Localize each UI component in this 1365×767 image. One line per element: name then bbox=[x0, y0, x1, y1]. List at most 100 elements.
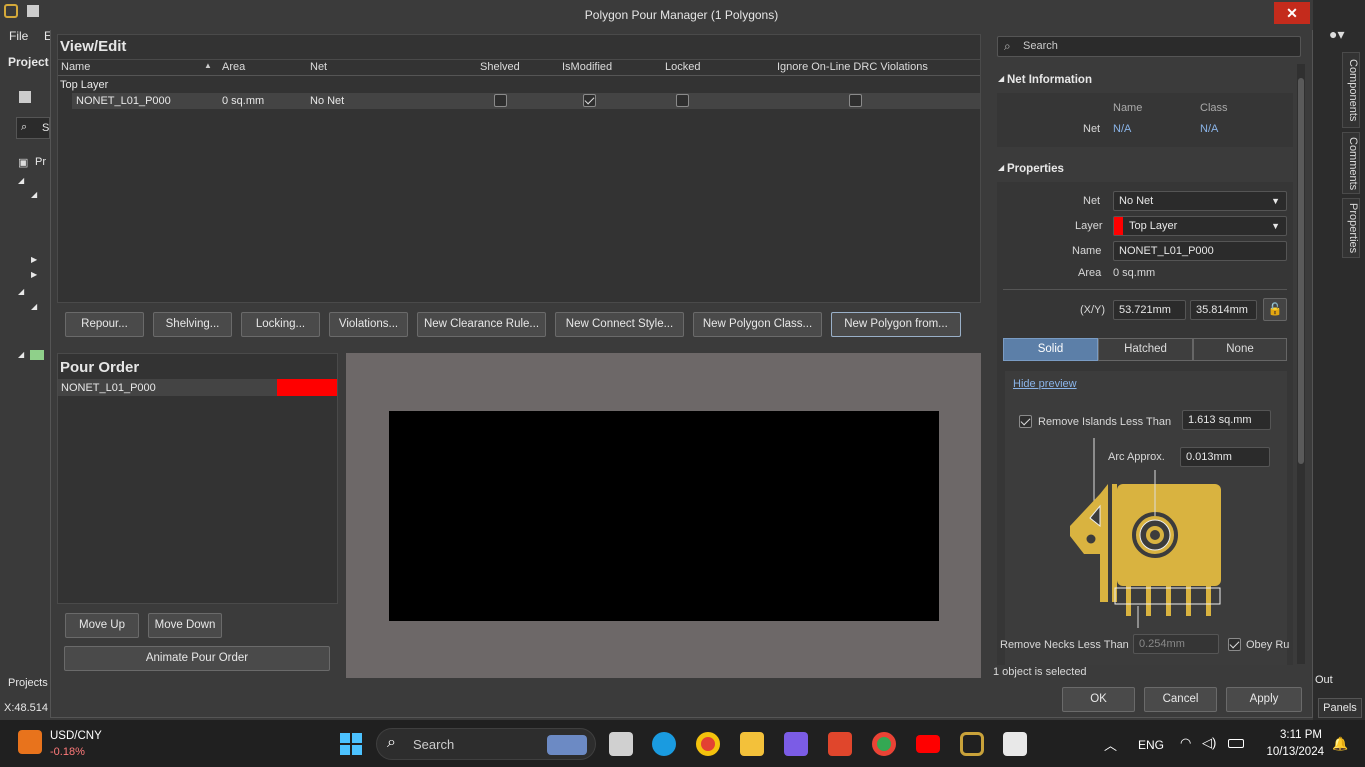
account-icon[interactable]: ●▾ bbox=[1329, 26, 1344, 43]
chrome-icon[interactable] bbox=[696, 732, 720, 756]
fill-mode-hatched[interactable]: Hatched bbox=[1098, 338, 1193, 361]
ismodified-checkbox[interactable] bbox=[583, 94, 596, 107]
left-app-strip: File E Project ⌕ S ▣ Pr ◢ ◢ ▶ ▶ ◢ ◢ ◢ Pr… bbox=[0, 0, 52, 720]
chrome-icon[interactable] bbox=[872, 732, 896, 756]
violations-button[interactable]: Violations... bbox=[329, 312, 408, 337]
stock-widget-icon[interactable] bbox=[18, 730, 42, 754]
collapse-icon[interactable]: ◢ bbox=[998, 163, 1004, 172]
net-dropdown[interactable]: No Net ▼ bbox=[1113, 191, 1287, 211]
new-clearance-rule-button[interactable]: New Clearance Rule... bbox=[417, 312, 546, 337]
shelving-button[interactable]: Shelving... bbox=[153, 312, 232, 337]
lock-icon[interactable]: 🔓 bbox=[1263, 298, 1287, 321]
table-row[interactable] bbox=[72, 93, 980, 109]
move-up-button[interactable]: Move Up bbox=[65, 613, 139, 638]
net-info-class-value[interactable]: N/A bbox=[1200, 123, 1218, 135]
search-input[interactable]: ⌕ Search bbox=[997, 36, 1301, 57]
col-locked[interactable]: Locked bbox=[665, 61, 700, 73]
col-ignore-drc[interactable]: Ignore On-Line DRC Violations bbox=[777, 61, 928, 73]
collapse-icon[interactable]: ▶ bbox=[31, 255, 37, 264]
notification-bell-icon[interactable]: 🔔 bbox=[1332, 736, 1348, 752]
apply-button[interactable]: Apply bbox=[1226, 687, 1302, 712]
fill-mode-solid[interactable]: Solid bbox=[1003, 338, 1098, 361]
scrollbar-thumb[interactable] bbox=[1298, 78, 1304, 464]
battery-icon[interactable] bbox=[1228, 739, 1244, 748]
pour-order-item-label: NONET_L01_P000 bbox=[61, 382, 156, 394]
expand-icon[interactable]: ◢ bbox=[31, 190, 37, 199]
start-icon[interactable] bbox=[340, 733, 362, 755]
chevron-up-icon[interactable]: ︿ bbox=[1104, 735, 1117, 754]
y-input[interactable]: 35.814mm bbox=[1190, 300, 1257, 320]
side-tab-components[interactable]: Components bbox=[1342, 52, 1360, 128]
obey-rules-checkbox[interactable] bbox=[1228, 638, 1241, 651]
properties-scrollbar[interactable] bbox=[1297, 64, 1305, 664]
col-name[interactable]: Name bbox=[61, 61, 90, 73]
clock-date[interactable]: 10/13/2024 bbox=[1258, 746, 1324, 758]
name-input[interactable]: NONET_L01_P000 bbox=[1113, 241, 1287, 261]
neck-shape bbox=[1146, 586, 1151, 616]
project-search-box[interactable]: ⌕ S bbox=[16, 117, 50, 139]
properties-title[interactable]: Properties bbox=[1007, 163, 1064, 175]
move-down-button[interactable]: Move Down bbox=[148, 613, 222, 638]
collapse-icon[interactable]: ▶ bbox=[31, 270, 37, 279]
fill-mode-none[interactable]: None bbox=[1193, 338, 1287, 361]
layer-dropdown[interactable]: Top Layer ▼ bbox=[1113, 216, 1287, 236]
x-input[interactable]: 53.721mm bbox=[1113, 300, 1186, 320]
menu-file[interactable]: File bbox=[9, 29, 28, 43]
youtube-icon[interactable] bbox=[916, 735, 940, 753]
file-explorer-icon[interactable] bbox=[740, 732, 764, 756]
save-project-icon[interactable] bbox=[19, 91, 31, 103]
locked-checkbox[interactable] bbox=[676, 94, 689, 107]
collapse-icon[interactable]: ◢ bbox=[998, 74, 1004, 83]
expand-icon[interactable]: ◢ bbox=[18, 287, 24, 296]
new-polygon-class-button[interactable]: New Polygon Class... bbox=[693, 312, 822, 337]
shelved-checkbox[interactable] bbox=[494, 94, 507, 107]
clock-time[interactable]: 3:11 PM bbox=[1272, 729, 1322, 741]
app-icon[interactable] bbox=[828, 732, 852, 756]
side-tab-properties[interactable]: Properties bbox=[1342, 198, 1360, 258]
cancel-button[interactable]: Cancel bbox=[1144, 687, 1217, 712]
new-polygon-from-button[interactable]: New Polygon from... bbox=[831, 312, 961, 337]
net-info-col-name: Name bbox=[1113, 102, 1143, 114]
ignore-drc-checkbox[interactable] bbox=[849, 94, 862, 107]
task-view-icon[interactable] bbox=[609, 732, 633, 756]
close-button[interactable]: ✕ bbox=[1274, 2, 1310, 24]
neck-shape bbox=[1166, 586, 1171, 616]
app-icon[interactable] bbox=[1003, 732, 1027, 756]
copilot-icon[interactable] bbox=[784, 732, 808, 756]
expand-icon[interactable]: ◢ bbox=[18, 350, 24, 359]
view-edit-title: View/Edit bbox=[60, 38, 127, 55]
col-area[interactable]: Area bbox=[222, 61, 245, 73]
volume-icon[interactable]: ◁) bbox=[1202, 735, 1216, 751]
remove-islands-input[interactable]: 1.613 sq.mm bbox=[1182, 410, 1271, 430]
ok-button[interactable]: OK bbox=[1062, 687, 1135, 712]
repour-button[interactable]: Repour... bbox=[65, 312, 144, 337]
expand-icon[interactable]: ◢ bbox=[31, 302, 37, 311]
stock-ticker[interactable]: USD/CNY bbox=[50, 730, 102, 742]
col-ismodified[interactable]: IsModified bbox=[562, 61, 612, 73]
net-info-name-value[interactable]: N/A bbox=[1113, 123, 1131, 135]
net-information-title[interactable]: Net Information bbox=[1007, 74, 1092, 86]
save-icon[interactable] bbox=[27, 5, 39, 17]
hide-preview-link[interactable]: Hide preview bbox=[1013, 378, 1077, 390]
locking-button[interactable]: Locking... bbox=[241, 312, 320, 337]
remove-islands-checkbox[interactable] bbox=[1019, 415, 1032, 428]
expand-icon[interactable]: ◢ bbox=[18, 176, 24, 185]
language-indicator[interactable]: ENG bbox=[1138, 738, 1164, 752]
search-highlight-icon bbox=[547, 735, 587, 755]
remove-islands-label: Remove Islands Less Than bbox=[1038, 416, 1172, 428]
panels-button[interactable]: Panels bbox=[1318, 698, 1362, 718]
taskbar-search[interactable]: ⌕ Search bbox=[376, 728, 596, 760]
projects-tab[interactable]: Projects bbox=[8, 677, 48, 689]
stock-change: -0.18% bbox=[50, 746, 85, 758]
remove-necks-input[interactable]: 0.254mm bbox=[1133, 634, 1219, 654]
wifi-icon[interactable]: ◠ bbox=[1180, 735, 1191, 751]
col-shelved[interactable]: Shelved bbox=[480, 61, 520, 73]
pour-order-title: Pour Order bbox=[60, 359, 140, 376]
altium-icon[interactable] bbox=[960, 732, 984, 756]
taskbar-search-label: Search bbox=[413, 737, 455, 752]
side-tab-comments[interactable]: Comments bbox=[1342, 132, 1360, 194]
animate-pour-order-button[interactable]: Animate Pour Order bbox=[64, 646, 330, 671]
edge-icon[interactable] bbox=[652, 732, 676, 756]
col-net[interactable]: Net bbox=[310, 61, 327, 73]
new-connect-style-button[interactable]: New Connect Style... bbox=[555, 312, 684, 337]
